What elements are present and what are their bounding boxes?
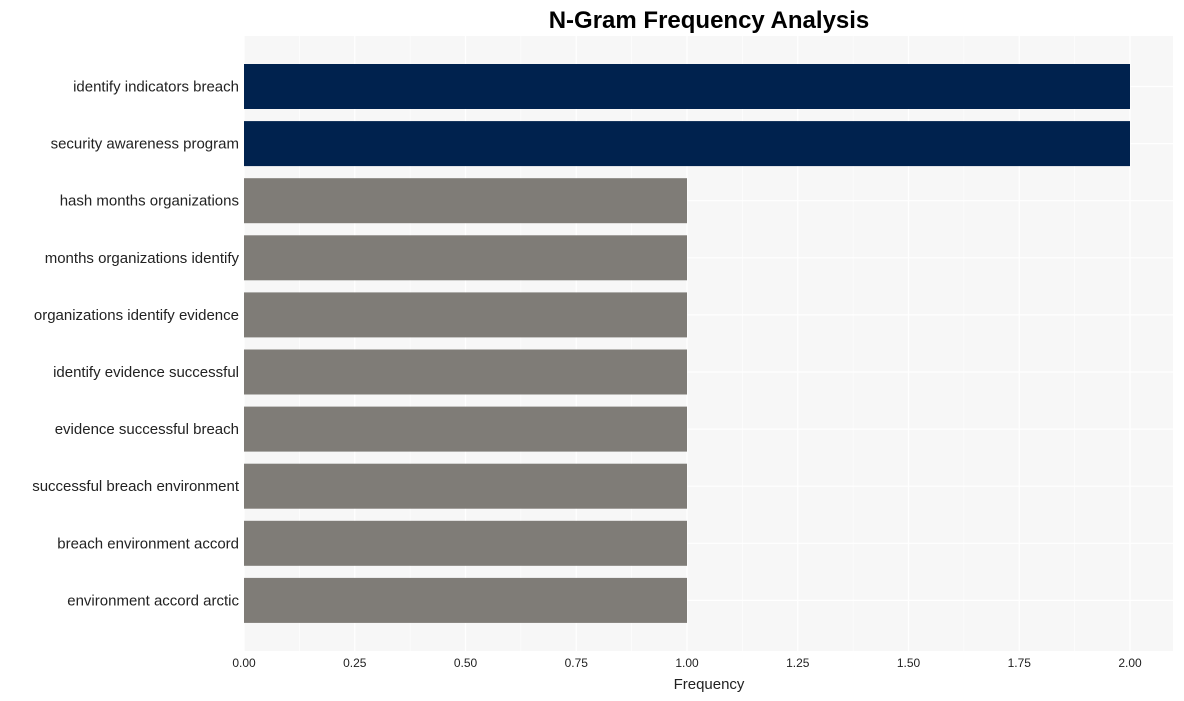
bar bbox=[244, 292, 687, 338]
y-tick-label: environment accord arctic bbox=[67, 592, 239, 609]
y-tick-label: organizations identify evidence bbox=[34, 307, 239, 324]
x-axis-label: Frequency bbox=[674, 676, 745, 693]
x-tick-label: 1.25 bbox=[786, 656, 810, 670]
x-tick-label: 0.00 bbox=[232, 656, 256, 670]
x-tick-label: 1.75 bbox=[1008, 656, 1032, 670]
bar bbox=[244, 121, 1130, 167]
y-tick-label: successful breach environment bbox=[32, 478, 240, 495]
x-tick-label: 0.75 bbox=[565, 656, 589, 670]
x-tick-label: 2.00 bbox=[1118, 656, 1142, 670]
ngram-bar-chart: identify indicators breach security aware… bbox=[32, 7, 1173, 693]
chart-title: N-Gram Frequency Analysis bbox=[549, 7, 870, 34]
bar bbox=[244, 406, 687, 452]
bar bbox=[244, 178, 687, 224]
bar bbox=[244, 520, 687, 566]
y-tick-label: months organizations identify bbox=[45, 250, 240, 267]
bar bbox=[244, 235, 687, 281]
x-tick-label: 0.25 bbox=[343, 656, 367, 670]
y-tick-label: evidence successful breach bbox=[55, 421, 239, 438]
bar bbox=[244, 577, 687, 623]
y-tick-label: identify evidence successful bbox=[53, 364, 239, 381]
y-tick-label: identify indicators breach bbox=[73, 79, 239, 96]
y-axis-labels: identify indicators breach security aware… bbox=[32, 79, 240, 610]
x-tick-label: 1.00 bbox=[675, 656, 699, 670]
bar bbox=[244, 349, 687, 395]
bar bbox=[244, 64, 1130, 109]
y-tick-label: security awareness program bbox=[51, 136, 239, 153]
bar bbox=[244, 463, 687, 509]
x-tick-label: 0.50 bbox=[454, 656, 478, 670]
x-axis-ticks: 0.00 0.25 0.50 0.75 1.00 1.25 1.50 1.75 2.00 bbox=[232, 656, 1142, 670]
x-tick-label: 1.50 bbox=[897, 656, 921, 670]
y-tick-label: breach environment accord bbox=[57, 535, 239, 552]
y-tick-label: hash months organizations bbox=[60, 193, 239, 210]
